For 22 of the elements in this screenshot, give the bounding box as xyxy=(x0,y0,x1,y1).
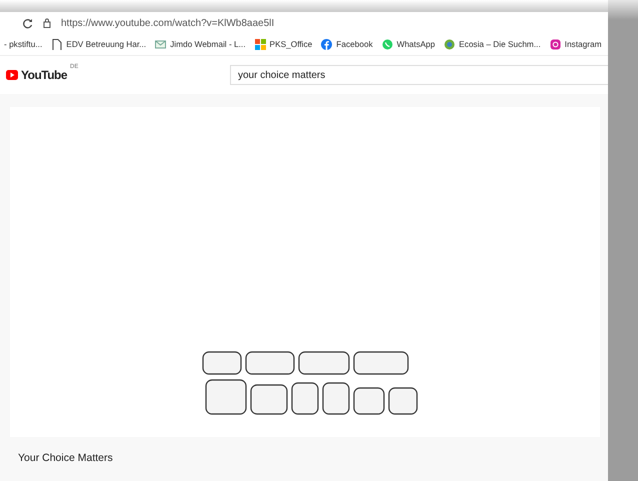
reload-icon[interactable] xyxy=(22,18,33,28)
bookmark[interactable]: Facebook xyxy=(321,38,373,51)
facebook-icon xyxy=(321,39,332,50)
page-icon xyxy=(51,39,62,50)
mail-icon xyxy=(155,39,166,50)
instagram-icon xyxy=(550,39,561,50)
url-text[interactable]: https://www.youtube.com/watch?v=KlWb8aae5lI xyxy=(61,16,274,30)
search-field[interactable]: your choice matters xyxy=(230,65,608,85)
bookmark[interactable]: Jimdo Webmail - L... xyxy=(155,38,246,51)
globe-icon xyxy=(444,39,456,50)
bookmark[interactable]: PKS_Office xyxy=(254,38,312,51)
bookmark[interactable]: EDV Betreuung Har... xyxy=(51,38,146,51)
four-squares-icon xyxy=(254,39,266,50)
bookmark[interactable]: Ecosia – Die Suchm... xyxy=(444,38,541,51)
lock-icon xyxy=(43,18,51,28)
bookmark[interactable]: Instagram xyxy=(550,38,602,51)
video-title: Your Choice Matters xyxy=(18,451,114,466)
youtube-logo-icon[interactable] xyxy=(6,70,18,80)
whatsapp-icon xyxy=(382,39,393,50)
bookmark[interactable]: WhatsApp xyxy=(382,38,436,51)
bookmark[interactable]: - pkstiftu... xyxy=(4,38,42,51)
youtube-wordmark[interactable]: YouTube xyxy=(21,66,68,84)
